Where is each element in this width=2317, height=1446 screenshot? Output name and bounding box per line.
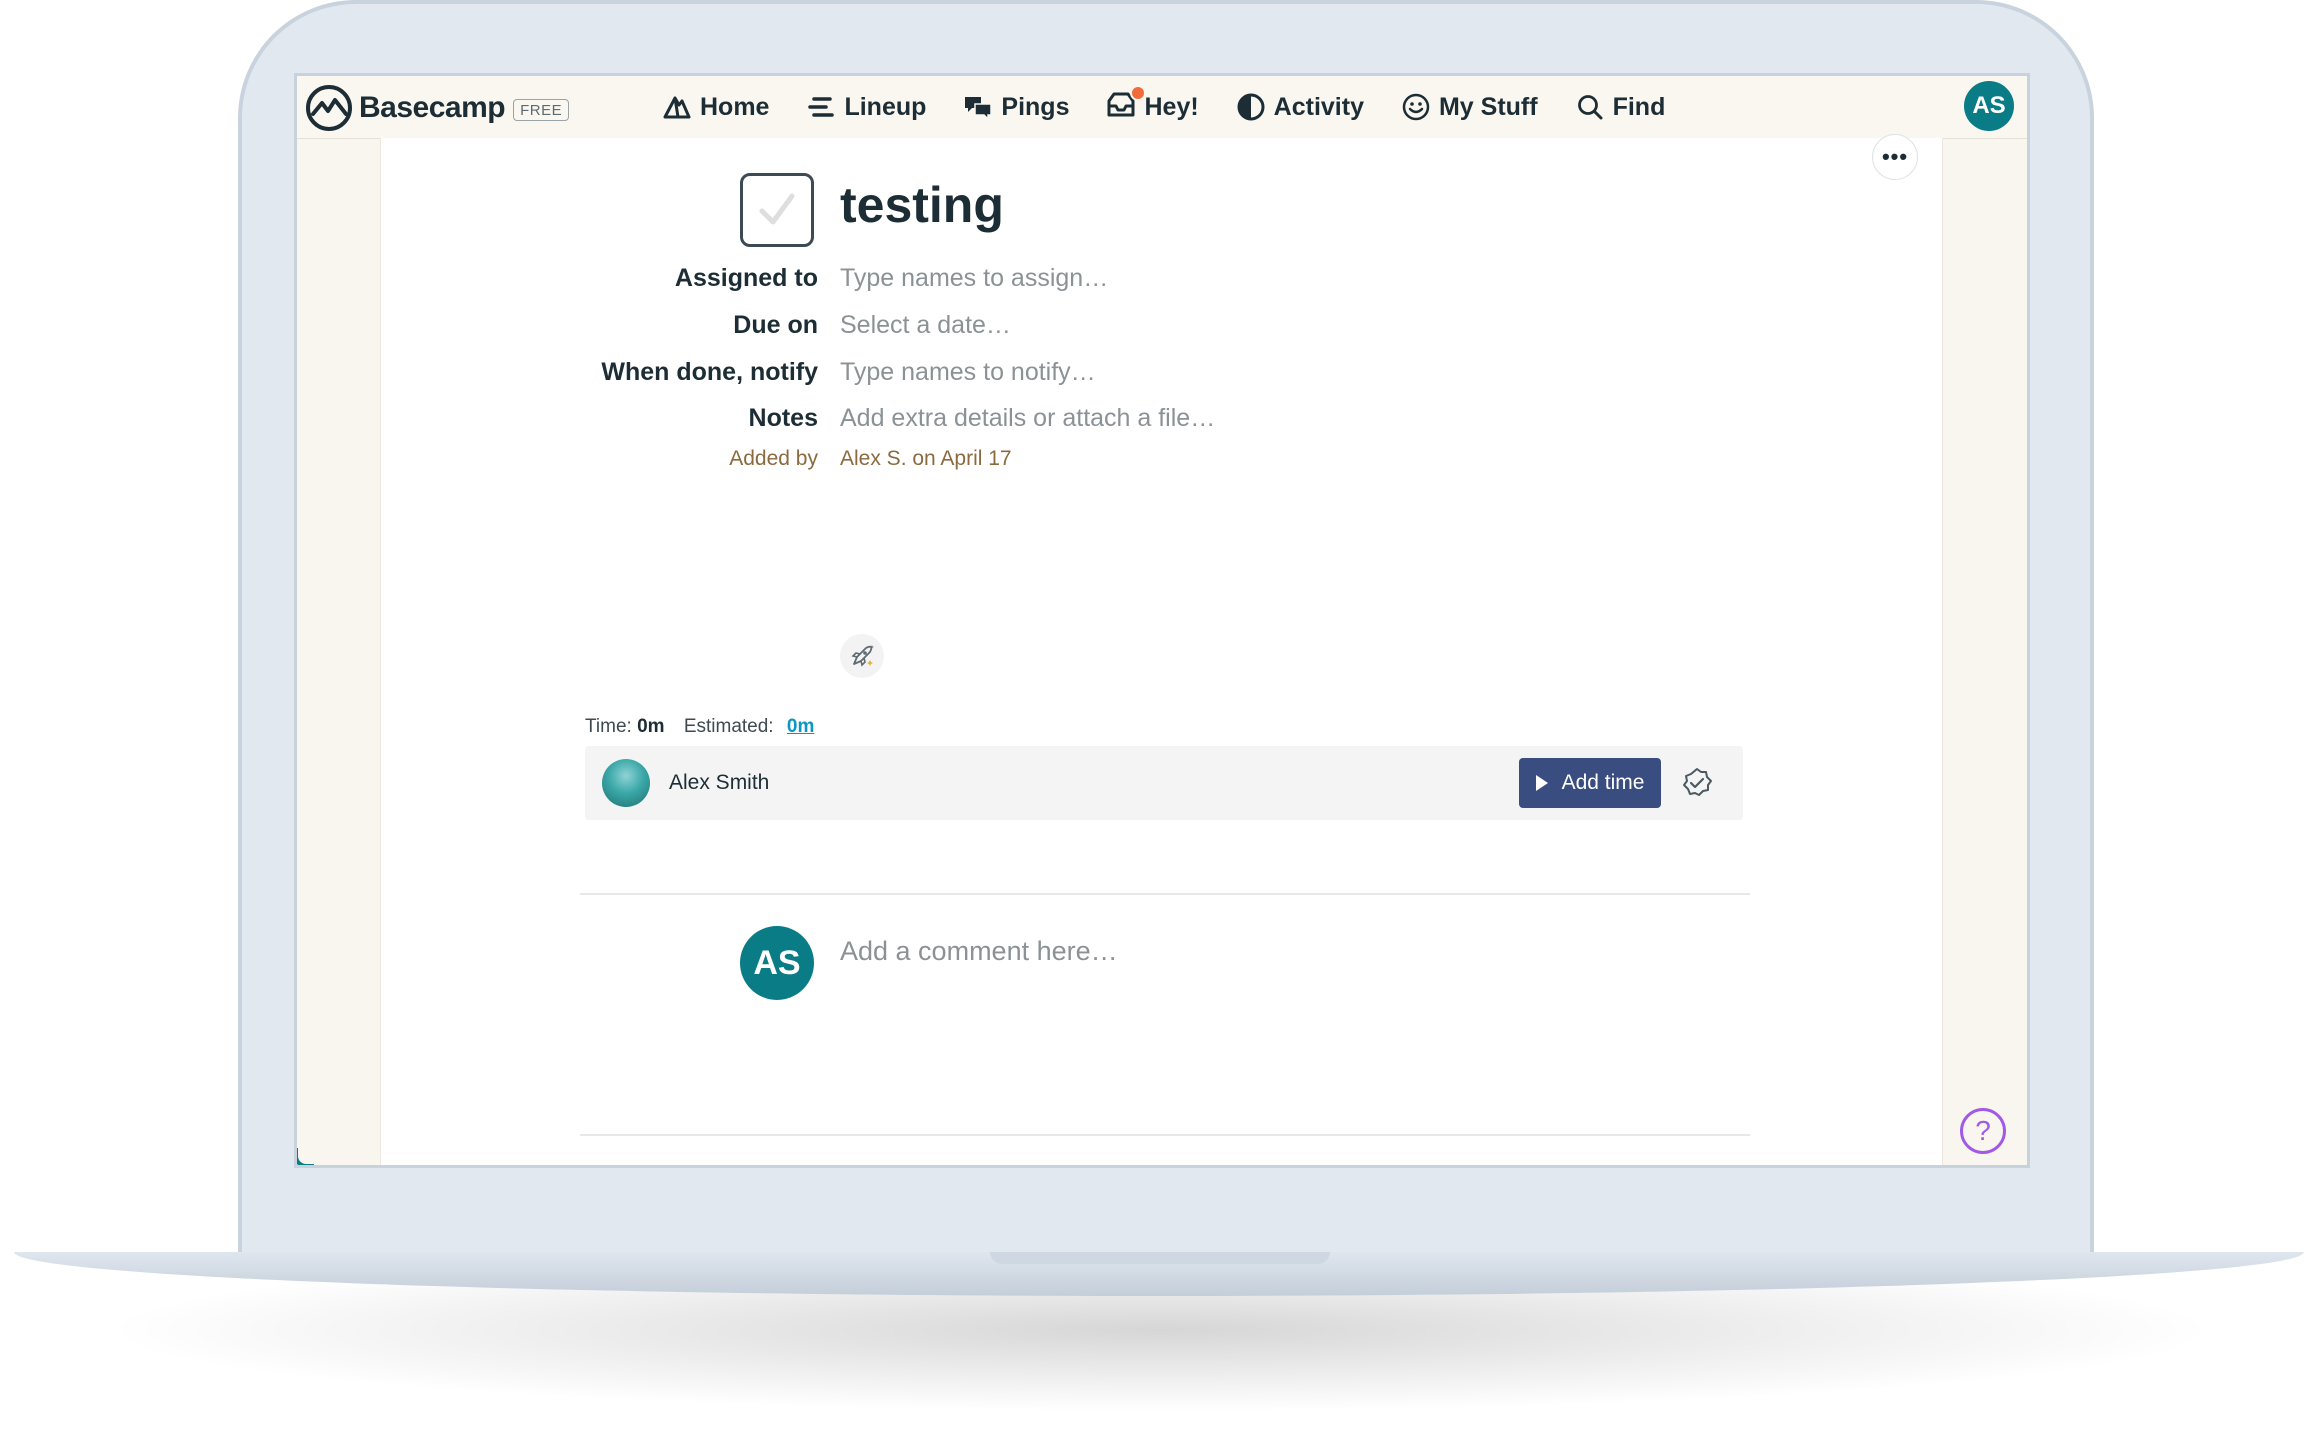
comment-input[interactable] <box>840 931 1640 971</box>
nav-activity-label: Activity <box>1273 92 1364 121</box>
smiley-icon <box>1402 93 1430 121</box>
basecamp-logo[interactable]: Basecamp FREE <box>305 84 570 132</box>
chat-bubbles-icon <box>965 97 993 121</box>
time-entry-row: Alex Smith Add time <box>585 746 1743 820</box>
search-icon <box>1577 95 1603 120</box>
nav-my-stuff-label: My Stuff <box>1438 92 1538 121</box>
due-date-input[interactable]: Select a date… <box>840 311 1011 340</box>
notes-label: Notes <box>748 404 818 432</box>
time-value: 0m <box>637 716 665 737</box>
assigned-label: Assigned to <box>674 264 818 292</box>
brand-name: Basecamp <box>359 91 506 124</box>
boost-button[interactable] <box>840 634 884 678</box>
add-time-label: Add time <box>1561 771 1645 794</box>
top-navbar: Basecamp FREE Home Lineup Pings Hey! Act… <box>297 76 2027 139</box>
play-icon <box>1535 775 1548 791</box>
notes-input[interactable]: Add extra details or attach a file… <box>840 404 1215 433</box>
time-label: Time: <box>585 716 632 737</box>
mountain-icon <box>663 96 691 119</box>
corner-mark <box>297 1148 314 1165</box>
inbox-icon <box>1106 84 1147 126</box>
nav-find[interactable]: Find <box>1575 92 1666 122</box>
nav-activity[interactable]: Activity <box>1236 92 1364 122</box>
notify-input[interactable]: Type names to notify… <box>840 358 1096 387</box>
todo-checkbox[interactable] <box>740 173 814 247</box>
todo-title[interactable]: testing <box>840 176 1004 234</box>
comment-avatar: AS <box>740 926 814 1000</box>
estimated-label: Estimated: <box>683 716 774 737</box>
checkmark-icon <box>759 193 795 225</box>
notification-dot <box>1130 84 1147 101</box>
basecamp-logo-icon <box>306 85 352 131</box>
nav-home[interactable]: Home <box>662 92 769 122</box>
added-by-value: Alex S. on April 17 <box>840 447 1012 470</box>
user-avatar[interactable]: AS <box>1964 81 2014 131</box>
app-window: Basecamp FREE Home Lineup Pings Hey! Act… <box>294 73 2030 1168</box>
added-by-label: Added by <box>729 447 818 470</box>
avatar <box>602 759 650 807</box>
nav-home-label: Home <box>700 92 770 121</box>
nav-pings-label: Pings <box>1001 92 1070 121</box>
divider <box>580 893 1750 895</box>
main-nav: Home Lineup Pings Hey! Activity My Stuff… <box>662 76 1702 138</box>
laptop-notch <box>990 1252 1330 1264</box>
due-label: Due on <box>733 311 818 339</box>
nav-lineup[interactable]: Lineup <box>806 92 926 122</box>
nav-pings[interactable]: Pings <box>963 92 1069 122</box>
add-time-button[interactable]: Add time <box>1519 758 1661 808</box>
activity-icon <box>1237 93 1265 121</box>
time-summary: Time: 0m Estimated: 0m <box>585 716 814 738</box>
assign-input[interactable]: Type names to assign… <box>840 264 1108 293</box>
lineup-icon <box>808 97 835 117</box>
estimated-link[interactable]: 0m <box>787 716 814 737</box>
nav-hey-label: Hey! <box>1144 92 1199 121</box>
time-user-name: Alex Smith <box>669 771 770 794</box>
plan-badge: FREE <box>513 99 570 121</box>
more-options-button[interactable]: ••• <box>1872 134 1918 180</box>
nav-find-label: Find <box>1612 92 1666 121</box>
rocket-icon <box>851 645 874 667</box>
nav-hey[interactable]: Hey! <box>1106 84 1199 126</box>
notify-label: When done, notify <box>601 358 818 386</box>
nav-lineup-label: Lineup <box>844 92 927 121</box>
divider <box>580 1134 1750 1136</box>
help-button[interactable]: ? <box>1960 1108 2006 1154</box>
check-badge-icon[interactable] <box>1680 766 1714 800</box>
nav-my-stuff[interactable]: My Stuff <box>1401 92 1538 122</box>
